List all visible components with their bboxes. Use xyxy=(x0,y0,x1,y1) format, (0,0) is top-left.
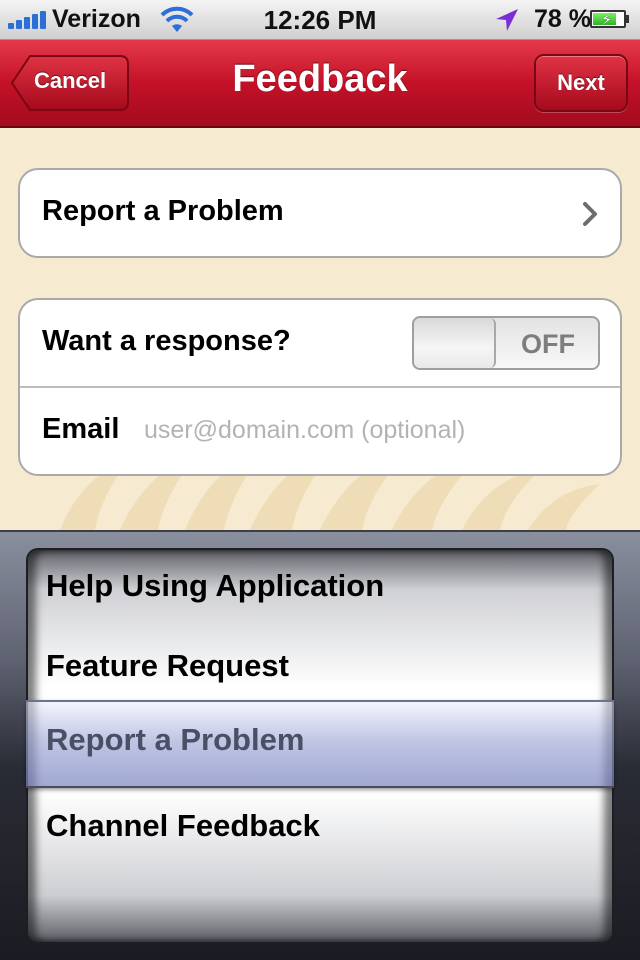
battery-tip xyxy=(626,15,629,23)
email-row: Email xyxy=(20,386,620,472)
navigation-bar: Cancel Feedback Next xyxy=(0,40,640,128)
form-area: Report a Problem Want a response? OFF Em… xyxy=(0,128,640,530)
toggle-state-label: OFF xyxy=(521,329,575,359)
picker-item[interactable]: Channel Feedback xyxy=(46,786,320,866)
next-button[interactable]: Next xyxy=(534,54,628,112)
category-label: Report a Problem xyxy=(42,195,284,227)
response-row: Want a response? OFF xyxy=(20,300,620,386)
battery-percent: 78 % xyxy=(534,5,591,33)
status-bar: Verizon 12:26 PM 78 % ⚡ xyxy=(0,0,640,40)
picker-item[interactable]: Help Using Application xyxy=(46,550,384,626)
category-row[interactable]: Report a Problem xyxy=(20,170,620,256)
response-toggle[interactable]: OFF xyxy=(412,316,600,370)
email-label: Email xyxy=(42,413,120,445)
toggle-knob xyxy=(414,318,496,368)
picker-selected-item: Report a Problem xyxy=(46,722,305,757)
category-group: Report a Problem xyxy=(18,168,622,258)
location-arrow-icon xyxy=(496,9,518,31)
picker-item[interactable]: Feature Request xyxy=(46,626,289,706)
picker-selection-bar[interactable]: Report a Problem xyxy=(26,700,614,788)
email-field[interactable] xyxy=(144,412,584,448)
contact-group: Want a response? OFF Email xyxy=(18,298,622,476)
battery-charging-icon: ⚡ xyxy=(590,10,626,29)
response-label: Want a response? xyxy=(42,325,291,357)
chevron-right-icon xyxy=(583,202,597,226)
